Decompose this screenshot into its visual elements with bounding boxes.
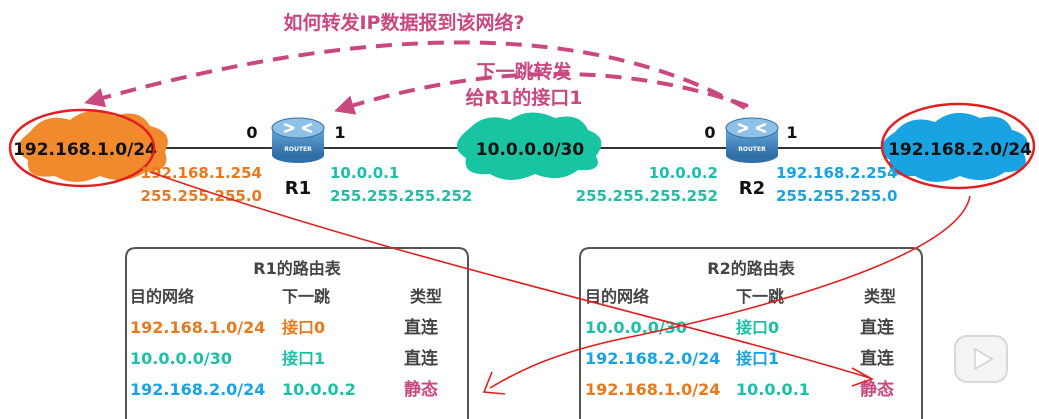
diagram-canvas: 192.168.1.0/24 10.0.0.0/30 192.168.2.0/2… <box>8 6 1036 419</box>
table-cell: 10.0.0.1 <box>736 380 810 399</box>
table-cell: 接口1 <box>282 349 325 368</box>
router-badge: ROUTER <box>284 146 312 153</box>
r2-if1-ip: 192.168.2.254 <box>776 164 897 182</box>
hint-line-1: 下一跳转发 <box>476 60 572 83</box>
router-icon <box>271 117 325 163</box>
table-cell: 直连 <box>860 348 895 369</box>
r1-if1-mask: 255.255.255.252 <box>330 187 472 205</box>
network-routing-diagram: 192.168.1.0/24 10.0.0.0/30 192.168.2.0/2… <box>0 0 1039 419</box>
port-label-1: 1 <box>334 123 345 142</box>
table-cell: 10.0.0.0/30 <box>130 349 232 368</box>
hint-line-2: 给R1的接口1 <box>465 86 582 109</box>
router-name: R2 <box>739 178 765 199</box>
r2-if0-mask: 255.255.255.252 <box>576 187 718 205</box>
network-label-right: 192.168.2.0/24 <box>888 140 1032 160</box>
play-icon[interactable] <box>954 335 1008 383</box>
annotation-line <box>489 195 971 389</box>
table-cell: 接口1 <box>736 349 779 368</box>
port-label-1: 1 <box>786 123 797 142</box>
table-cell: 192.168.2.0/24 <box>130 380 265 399</box>
r2-if0-ip: 10.0.0.2 <box>649 164 718 182</box>
network-label-left: 192.168.1.0/24 <box>13 140 157 160</box>
table-cell: 192.168.2.0/24 <box>585 349 720 368</box>
red-annotations <box>149 171 971 395</box>
port-label-0: 0 <box>704 123 715 142</box>
r1-routing-table: R1的路由表 目的网络 下一跳 类型 192.168.1.0/24 接口0 直连… <box>125 247 469 419</box>
table-cell: 接口0 <box>282 318 325 337</box>
table-cell: 直连 <box>404 317 439 338</box>
table-title: R1的路由表 <box>253 259 341 278</box>
r1-if1-ip: 10.0.0.1 <box>330 164 399 182</box>
header-nexthop: 下一跳 <box>282 287 330 306</box>
table-title: R2的路由表 <box>707 259 795 278</box>
router-icon <box>725 117 779 163</box>
table-cell: 10.0.0.2 <box>282 380 356 399</box>
question-arrow <box>84 40 746 110</box>
r2-routing-table: R2的路由表 目的网络 下一跳 类型 10.0.0.0/30 接口0 直连 19… <box>579 247 923 419</box>
header-type: 类型 <box>410 287 442 306</box>
table-cell: 192.168.1.0/24 <box>585 380 720 399</box>
question-text: 如何转发IP数据报到该网络? <box>283 11 524 34</box>
table-cell: 192.168.1.0/24 <box>130 318 265 337</box>
router-badge: ROUTER <box>738 146 766 153</box>
annotation-arrowhead <box>482 371 506 395</box>
table-cell: 静态 <box>404 379 438 400</box>
table-cell: 直连 <box>404 348 439 369</box>
header-nexthop: 下一跳 <box>736 287 784 306</box>
table-cell: 直连 <box>860 317 895 338</box>
header-dest: 目的网络 <box>130 287 194 306</box>
r2-if1-mask: 255.255.255.0 <box>776 187 897 205</box>
header-type: 类型 <box>864 287 896 306</box>
table-cell: 接口0 <box>736 318 779 337</box>
port-label-0: 0 <box>246 123 257 142</box>
r1-if0-ip: 192.168.1.254 <box>141 164 262 182</box>
router-name: R1 <box>285 178 311 199</box>
network-label-middle: 10.0.0.0/30 <box>476 140 585 160</box>
